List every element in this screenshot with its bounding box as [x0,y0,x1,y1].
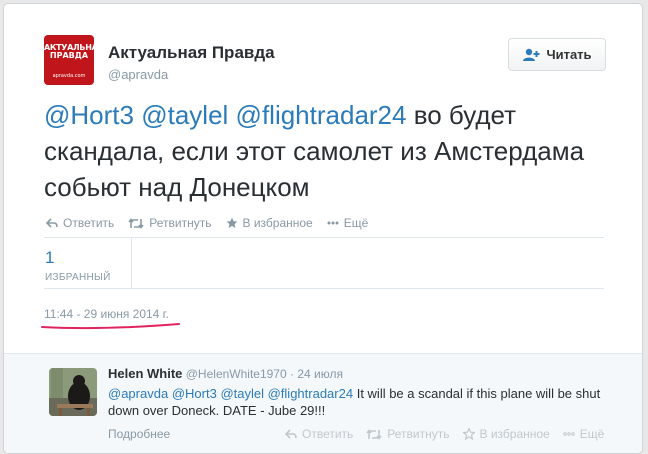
more-label: Ещё [343,216,369,230]
reply-reply-action[interactable]: Ответить [285,427,353,441]
mention-link[interactable]: @flightradar24 [268,386,353,401]
reply-retweet-label: Ретвитнуть [387,427,450,441]
favorites-label: ИЗБРАННЫЙ [45,272,111,283]
stats-divider [131,238,132,288]
star-icon [226,217,238,229]
reply-favorite-label: В избранное [479,427,550,441]
retweet-action[interactable]: Ретвитнуть [128,216,212,230]
mention-link[interactable]: @taylel [141,100,228,130]
retweet-icon [128,217,144,229]
favorite-action[interactable]: В избранное [226,216,313,230]
reply-header: Helen White @HelenWhite1970 · 24 июля [108,366,343,381]
reply-more-label: Ещё [579,427,605,441]
user-name[interactable]: Актуальная Правда [108,43,275,63]
tweet-actions: Ответить Ретвитнуть В избранное Ещё [46,216,368,230]
reply-label: Ответить [63,216,115,230]
mention-link[interactable]: @Hort3 [44,100,134,130]
reply-favorite-action[interactable]: В избранное [462,427,550,441]
tweet-header: АКТУАЛЬНАЯ ПРАВДА apravda.com Актуальная… [44,35,614,87]
tweet-stats: 1 ИЗБРАННЫЙ [44,237,604,289]
tweet-card: АКТУАЛЬНАЯ ПРАВДА apravda.com Актуальная… [3,3,643,454]
reply-retweet-action[interactable]: Ретвитнуть [366,427,450,441]
reply-user-name[interactable]: Helen White [108,366,182,381]
reply-actions: Ответить Ретвитнуть В избранное Ещё [285,427,604,441]
logo-line-2: ПРАВДА [49,51,89,60]
reply-avatar[interactable] [49,368,97,416]
more-dots-icon [563,432,575,436]
favorites-stat[interactable]: 1 ИЗБРАННЫЙ [45,248,131,288]
reply-reply-label: Ответить [302,427,354,441]
user-avatar-logo[interactable]: АКТУАЛЬНАЯ ПРАВДА apravda.com [44,35,94,85]
favorites-count: 1 [45,248,55,267]
reply-more-action[interactable]: Ещё [563,427,605,441]
reply-date[interactable]: 24 июля [297,367,343,381]
retweet-icon [366,428,382,440]
more-action[interactable]: Ещё [327,216,369,230]
more-dots-icon [327,221,339,225]
reply-more-link[interactable]: Подробнее [108,427,170,441]
user-handle[interactable]: @apravda [108,67,168,82]
red-underline-annotation [41,323,180,329]
reply-action[interactable]: Ответить [46,216,114,230]
mention-link[interactable]: @apravda [108,386,168,401]
logo-line-3: apravda.com [52,73,86,79]
follow-button[interactable]: Читать [508,38,606,71]
reply-icon [285,429,297,439]
tweet-text: @Hort3 @taylel @flightradar24 во будет с… [44,97,604,205]
reply-separator: · [290,367,294,381]
follow-button-label: Читать [546,47,592,62]
mention-link[interactable]: @Hort3 [172,386,217,401]
favorite-label: В избранное [242,216,313,230]
reply-icon [46,218,58,228]
reply-user-handle[interactable]: @HelenWhite1970 [186,367,287,381]
reply-text: @apravda @Hort3 @taylel @flightradar24 I… [108,385,608,419]
tweet-timestamp[interactable]: 11:44 - 29 июня 2014 г. [44,307,169,321]
retweet-label: Ретвитнуть [149,216,212,230]
mention-link[interactable]: @flightradar24 [236,100,407,130]
add-user-icon [522,48,540,62]
star-icon [462,428,475,440]
mention-link[interactable]: @taylel [220,386,264,401]
reply-tweet: Helen White @HelenWhite1970 · 24 июля @a… [4,353,642,453]
